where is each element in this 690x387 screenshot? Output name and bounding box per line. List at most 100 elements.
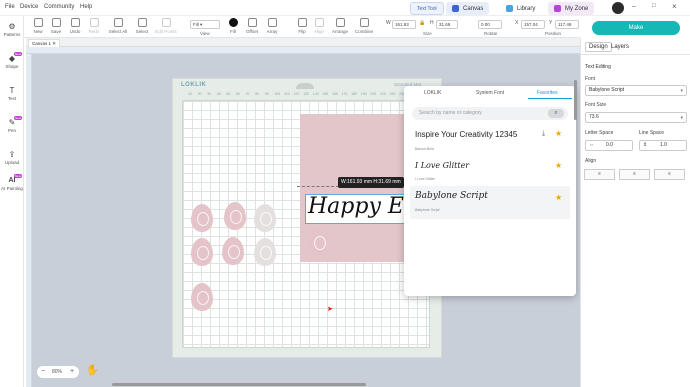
make-button[interactable]: Make bbox=[592, 21, 680, 35]
ruler-tick-label: 80 bbox=[255, 92, 260, 96]
arrange-label: Arrange bbox=[331, 29, 348, 34]
menu-file[interactable]: File bbox=[5, 4, 15, 10]
align-left-button[interactable]: ≡ bbox=[584, 169, 615, 180]
sidebar-pen-label: Pen bbox=[7, 128, 16, 133]
select-button[interactable]: Select bbox=[131, 18, 153, 34]
x-prefix: X bbox=[515, 20, 519, 26]
rotate-value: 0.00 bbox=[481, 22, 490, 27]
view-select[interactable]: Fill ▾ bbox=[190, 20, 220, 29]
tab-canvas[interactable]: Canvas bbox=[446, 2, 490, 15]
undo-label: Undo bbox=[69, 29, 81, 34]
sidebar-item-patterns[interactable]: ⚙ Patterns bbox=[0, 22, 24, 37]
tab-library[interactable]: Library bbox=[500, 2, 541, 15]
sidebar-item-shape[interactable]: New ◆ Shape bbox=[0, 52, 24, 69]
font-search-input[interactable]: Search by name or category bbox=[412, 107, 568, 120]
tab-loklik[interactable]: LOKLIK bbox=[424, 90, 442, 96]
text-tool-button[interactable]: Text Tool bbox=[410, 2, 444, 15]
close-icon[interactable]: × bbox=[672, 2, 677, 11]
font-size-value: 73.6 bbox=[589, 114, 599, 120]
align-button[interactable]: Align bbox=[308, 18, 330, 34]
guide-line bbox=[297, 186, 339, 187]
y-prefix: Y bbox=[549, 20, 553, 26]
tab-layers[interactable]: Layers bbox=[611, 44, 629, 50]
happy-easter-text[interactable]: Happy Ea bbox=[308, 194, 417, 219]
tab-favorites[interactable]: Favorites bbox=[537, 90, 558, 96]
egg-shape[interactable] bbox=[191, 283, 213, 311]
avatar[interactable] bbox=[612, 2, 624, 14]
select-all-icon bbox=[113, 18, 123, 27]
download-icon[interactable]: ⤓ bbox=[542, 130, 545, 138]
size-tooltip: W:161.93 mm H:31.69 mm bbox=[338, 177, 404, 188]
egg-shape[interactable] bbox=[191, 204, 213, 232]
letter-space-icon: ⇔ bbox=[589, 142, 594, 148]
zoom-value[interactable]: 80% bbox=[52, 366, 62, 378]
sidebar-item-pen[interactable]: New ✎ Pen bbox=[0, 116, 24, 133]
hand-pan-icon[interactable]: ✋ bbox=[86, 365, 98, 376]
egg-shape[interactable] bbox=[222, 237, 244, 265]
zoom-out-button[interactable]: − bbox=[41, 366, 45, 378]
sidebar-text-label: Text bbox=[7, 96, 17, 101]
line-space-field[interactable]: ⇕ 1.0 bbox=[639, 140, 687, 151]
egg-shape[interactable] bbox=[308, 228, 330, 256]
edit-points-button[interactable]: Edit Points bbox=[155, 18, 177, 34]
sidebar-item-ai-painting[interactable]: New AI AI Painting bbox=[0, 174, 24, 191]
tab-system-font[interactable]: System Font bbox=[476, 90, 504, 96]
font-item-inspire[interactable]: Inspire Your Creativity 12345 bbox=[415, 130, 517, 139]
zoom-in-button[interactable]: + bbox=[70, 366, 74, 378]
menu-device[interactable]: Device bbox=[20, 4, 38, 10]
redo-button[interactable]: Redo bbox=[83, 18, 105, 34]
offset-icon bbox=[247, 18, 257, 27]
text-icon: T bbox=[9, 86, 15, 95]
font-item-i-love-glitter[interactable]: I Love Glitter bbox=[415, 161, 469, 170]
ruler-top bbox=[26, 47, 580, 54]
egg-shape[interactable] bbox=[224, 202, 246, 230]
offset-button[interactable]: Offset bbox=[241, 18, 263, 34]
canvas-icon bbox=[452, 5, 459, 12]
horizontal-scrollbar[interactable] bbox=[112, 383, 366, 386]
position-x-field[interactable]: 157.04 bbox=[521, 20, 545, 29]
minimize-icon[interactable]: – bbox=[632, 3, 636, 10]
select-all-button[interactable]: Select All bbox=[107, 18, 129, 34]
align-right-button[interactable]: ≡ bbox=[654, 169, 685, 180]
combine-button[interactable]: Combine bbox=[353, 18, 375, 34]
vertical-scrollbar[interactable] bbox=[574, 80, 577, 120]
position-y-field[interactable]: 117.49 bbox=[555, 20, 579, 29]
tab-my-zone[interactable]: My Zone bbox=[548, 2, 595, 15]
egg-shape[interactable] bbox=[191, 238, 213, 266]
menu-help[interactable]: Help bbox=[80, 4, 92, 10]
sidebar-shape-label: Shape bbox=[5, 64, 19, 69]
array-button[interactable]: Array bbox=[261, 18, 283, 34]
edit-points-icon bbox=[161, 18, 171, 27]
library-icon bbox=[506, 5, 513, 12]
sidebar-item-text[interactable]: T Text bbox=[0, 86, 24, 101]
menu-community[interactable]: Community bbox=[44, 4, 74, 10]
height-field[interactable]: 31.69 bbox=[436, 20, 458, 29]
font-item-babylone-script[interactable]: Babylone Script bbox=[415, 191, 488, 201]
new-icon bbox=[33, 18, 43, 27]
ruler-tick-label: 20 bbox=[197, 92, 202, 96]
egg-shape[interactable] bbox=[254, 238, 276, 266]
rotate-field[interactable]: 0.00 bbox=[478, 20, 502, 29]
font-select[interactable]: Babylone Script ▾ bbox=[585, 85, 687, 96]
star-icon[interactable]: ★ bbox=[555, 129, 562, 138]
new-badge: New bbox=[13, 52, 22, 56]
letter-space-field[interactable]: ⇔ 0.0 bbox=[585, 140, 633, 151]
font-label: Font bbox=[585, 76, 596, 82]
arrange-button[interactable]: Arrange bbox=[329, 18, 351, 34]
font-size-label: Font Size bbox=[585, 102, 607, 108]
maximize-icon[interactable]: □ bbox=[652, 3, 656, 9]
star-icon[interactable]: ★ bbox=[555, 193, 562, 202]
egg-shape[interactable] bbox=[254, 204, 276, 232]
width-field[interactable]: 161.93 bbox=[392, 20, 416, 29]
search-icon[interactable]: ⌕ bbox=[548, 109, 564, 118]
tab-design[interactable]: Design bbox=[585, 42, 612, 52]
star-icon[interactable]: ★ bbox=[555, 161, 562, 170]
tab-canvas-1[interactable]: Canvas 1 ✕ bbox=[28, 39, 61, 47]
sidebar-item-upload[interactable]: ⇪ Upload bbox=[0, 150, 24, 165]
ruler-tick-label: 90 bbox=[264, 92, 269, 96]
lock-ratio-icon[interactable]: 🔒 bbox=[419, 20, 425, 26]
ruler-tick-label: 180 bbox=[351, 92, 358, 96]
ruler-tick-label: 110 bbox=[284, 92, 290, 96]
font-size-select[interactable]: 73.6 ▾ bbox=[585, 112, 687, 123]
align-center-button[interactable]: ≡ bbox=[619, 169, 650, 180]
